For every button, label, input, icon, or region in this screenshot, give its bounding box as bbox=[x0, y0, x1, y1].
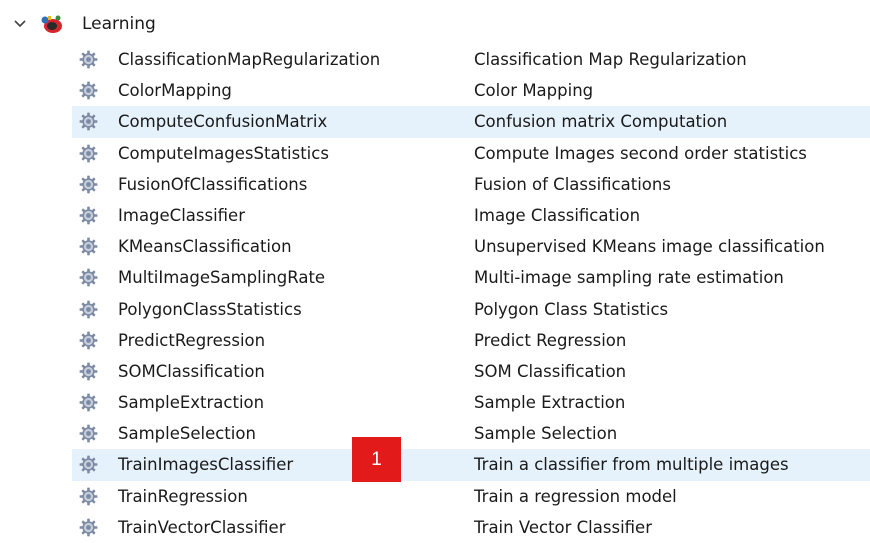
chevron-down-icon[interactable] bbox=[12, 16, 28, 32]
application-row[interactable]: KMeansClassification Unsupervised KMeans … bbox=[72, 231, 870, 262]
gear-icon bbox=[79, 144, 98, 163]
application-list: ClassificationMapRegularization Classific… bbox=[72, 44, 870, 543]
application-name: ComputeConfusionMatrix bbox=[118, 112, 328, 132]
application-description: SOM Classification bbox=[474, 361, 627, 381]
application-description: Unsupervised KMeans image classification bbox=[474, 237, 825, 257]
gear-icon bbox=[79, 362, 98, 381]
application-row[interactable]: TrainVectorClassifier Train Vector Classi… bbox=[72, 512, 870, 543]
application-row[interactable]: TrainRegression Train a regression model bbox=[72, 481, 870, 512]
application-name: FusionOfClassifications bbox=[118, 174, 308, 194]
application-row[interactable]: ImageClassifier Image Classification bbox=[72, 200, 870, 231]
application-name: MultiImageSamplingRate bbox=[118, 268, 326, 288]
app-group-icon bbox=[41, 15, 62, 33]
application-name: ClassificationMapRegularization bbox=[118, 50, 381, 69]
application-name: SampleExtraction bbox=[118, 393, 265, 413]
application-row[interactable]: ComputeImagesStatistics Compute Images se… bbox=[72, 138, 870, 169]
application-name: ColorMapping bbox=[118, 81, 232, 101]
application-row[interactable]: SampleExtraction Sample Extraction bbox=[72, 387, 870, 418]
gear-icon bbox=[79, 112, 98, 131]
application-row[interactable]: SOMClassification SOM Classification bbox=[72, 356, 870, 387]
gear-icon bbox=[79, 300, 98, 319]
application-description: Train Vector Classifier bbox=[474, 517, 652, 537]
application-name: SOMClassification bbox=[118, 361, 265, 381]
application-name: TrainImagesClassifier bbox=[118, 455, 294, 475]
application-name: ImageClassifier bbox=[118, 205, 245, 225]
gear-icon bbox=[79, 518, 98, 537]
gear-icon bbox=[79, 50, 98, 69]
application-description: Sample Extraction bbox=[474, 393, 626, 413]
gear-icon bbox=[79, 487, 98, 506]
application-name: TrainRegression bbox=[118, 486, 248, 506]
application-description: Compute Images second order statistics bbox=[474, 143, 807, 163]
application-row[interactable]: PredictRegression Predict Regression bbox=[72, 325, 870, 356]
gear-icon bbox=[79, 206, 98, 225]
gear-icon bbox=[79, 81, 98, 100]
gear-icon bbox=[79, 424, 98, 443]
application-description: Sample Selection bbox=[474, 424, 618, 444]
application-row[interactable]: ClassificationMapRegularization Classific… bbox=[72, 44, 870, 75]
application-name: KMeansClassification bbox=[118, 237, 292, 257]
gear-icon bbox=[79, 237, 98, 256]
application-description: Color Mapping bbox=[474, 81, 594, 101]
application-description: Predict Regression bbox=[474, 330, 627, 350]
application-row[interactable]: ColorMapping Color Mapping bbox=[72, 75, 870, 106]
application-row[interactable]: PolygonClassStatistics Polygon Class Stat… bbox=[72, 294, 870, 325]
application-name: PredictRegression bbox=[118, 330, 266, 350]
application-description: Polygon Class Statistics bbox=[474, 299, 669, 319]
application-row[interactable]: MultiImageSamplingRate Multi-image sampli… bbox=[72, 262, 870, 293]
application-name: TrainVectorClassifier bbox=[118, 517, 286, 537]
application-description: Fusion of Classifications bbox=[474, 174, 671, 194]
application-name: ComputeImagesStatistics bbox=[118, 143, 329, 163]
application-row[interactable]: TrainImagesClassifier Train a classifier … bbox=[72, 449, 870, 481]
application-description: Train a regression model bbox=[474, 486, 677, 506]
gear-icon bbox=[79, 175, 98, 194]
application-description: Multi-image sampling rate estimation bbox=[474, 268, 784, 288]
gear-icon bbox=[79, 455, 98, 474]
application-tree: Learning ClassificationMapRegularization… bbox=[0, 0, 870, 543]
application-description: Train a classifier from multiple images bbox=[474, 455, 789, 475]
gear-icon bbox=[79, 393, 98, 412]
tree-group-label: Learning bbox=[82, 14, 156, 34]
application-description: Image Classification bbox=[474, 205, 641, 225]
application-description: Classification Map Regularization bbox=[474, 50, 747, 69]
application-description: Confusion matrix Computation bbox=[474, 112, 728, 132]
application-name: PolygonClassStatistics bbox=[118, 299, 302, 319]
application-row[interactable]: ComputeConfusionMatrix Confusion matrix C… bbox=[72, 106, 870, 138]
gear-icon bbox=[79, 268, 98, 287]
application-name: SampleSelection bbox=[118, 424, 256, 444]
annotation-marker: 1 bbox=[352, 437, 401, 482]
gear-icon bbox=[79, 331, 98, 350]
application-row[interactable]: SampleSelection Sample Selection bbox=[72, 418, 870, 449]
application-row[interactable]: FusionOfClassifications Fusion of Classif… bbox=[72, 169, 870, 200]
